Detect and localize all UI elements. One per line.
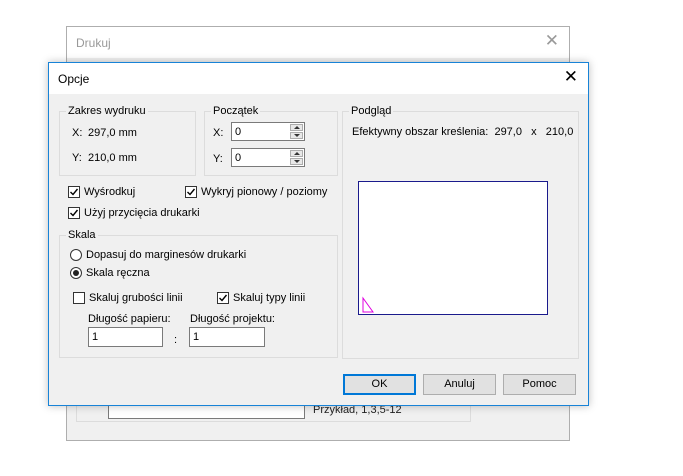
project-length-input[interactable] xyxy=(189,327,265,347)
options-dialog: Opcje ✕ Zakres wydruku X: 297,0 mm Y: 21… xyxy=(48,62,589,406)
center-checkbox[interactable] xyxy=(68,186,80,198)
print-dialog-close-icon[interactable]: ✕ xyxy=(545,32,559,50)
options-titlebar: Opcje ✕ xyxy=(49,63,588,94)
cancel-button[interactable]: Anuluj xyxy=(423,374,496,395)
ratio-separator: : xyxy=(174,334,178,346)
origin-legend: Początek xyxy=(211,105,261,117)
origin-y-label: Y: xyxy=(213,153,223,165)
origin-x-spinner[interactable] xyxy=(289,122,305,141)
print-dialog-titlebar: Drukuj ✕ xyxy=(67,27,569,58)
range-y-label: Y: xyxy=(72,152,82,164)
fit-to-margins-label[interactable]: Dopasuj do marginesów drukarki xyxy=(86,249,246,261)
print-range-legend: Zakres wydruku xyxy=(66,105,148,117)
paper-length-input[interactable] xyxy=(88,327,163,347)
scale-legend: Skala xyxy=(66,229,98,241)
origin-y-spinner[interactable] xyxy=(289,148,305,167)
checkmark-icon xyxy=(70,188,79,196)
spin-up-icon[interactable] xyxy=(290,150,303,157)
spin-up-icon[interactable] xyxy=(290,124,303,131)
printer-clip-checkbox[interactable] xyxy=(68,207,80,219)
center-label[interactable]: Wyśrodkuj xyxy=(84,186,135,198)
print-preview-frame xyxy=(358,181,548,315)
help-button[interactable]: Pomoc xyxy=(503,374,576,395)
scale-line-width-label[interactable]: Skaluj grubości linii xyxy=(89,292,183,304)
print-dialog-title: Drukuj xyxy=(76,36,111,50)
origin-x-input[interactable] xyxy=(231,122,290,141)
spin-down-icon[interactable] xyxy=(290,132,303,139)
checkmark-icon xyxy=(219,294,228,302)
origin-y-input[interactable] xyxy=(231,148,290,167)
manual-scale-label[interactable]: Skala ręczna xyxy=(86,267,150,279)
options-dialog-title: Opcje xyxy=(58,72,90,86)
checkmark-icon xyxy=(70,209,79,217)
print-range-group: Zakres wydruku xyxy=(59,105,196,176)
origin-x-label: X: xyxy=(213,127,224,139)
origin-marker-icon xyxy=(362,296,374,313)
printer-clip-label[interactable]: Użyj przycięcia drukarki xyxy=(84,207,200,219)
scale-line-width-checkbox[interactable] xyxy=(73,292,85,304)
spin-down-icon[interactable] xyxy=(290,158,303,165)
radio-selected-dot xyxy=(73,270,79,276)
checkmark-icon xyxy=(187,188,196,196)
ok-button[interactable]: OK xyxy=(343,374,416,395)
preview-legend: Podgląd xyxy=(349,105,394,117)
close-icon[interactable]: ✕ xyxy=(564,68,578,86)
range-x-value: 297,0 mm xyxy=(88,127,137,139)
scale-line-types-label[interactable]: Skaluj typy linii xyxy=(233,292,305,304)
project-length-label: Długość projektu: xyxy=(190,313,275,325)
scale-line-types-checkbox[interactable] xyxy=(217,292,229,304)
detect-orientation-checkbox[interactable] xyxy=(185,186,197,198)
detect-orientation-label[interactable]: Wykryj pionowy / poziomy xyxy=(201,186,327,198)
range-x-label: X: xyxy=(72,127,83,139)
range-y-value: 210,0 mm xyxy=(88,152,137,164)
effective-area-text: Efektywny obszar kreślenia: 297,0 x 210,… xyxy=(352,126,574,138)
manual-scale-radio[interactable] xyxy=(70,267,82,279)
paper-length-label: Długość papieru: xyxy=(88,313,171,325)
fit-to-margins-radio[interactable] xyxy=(70,249,82,261)
